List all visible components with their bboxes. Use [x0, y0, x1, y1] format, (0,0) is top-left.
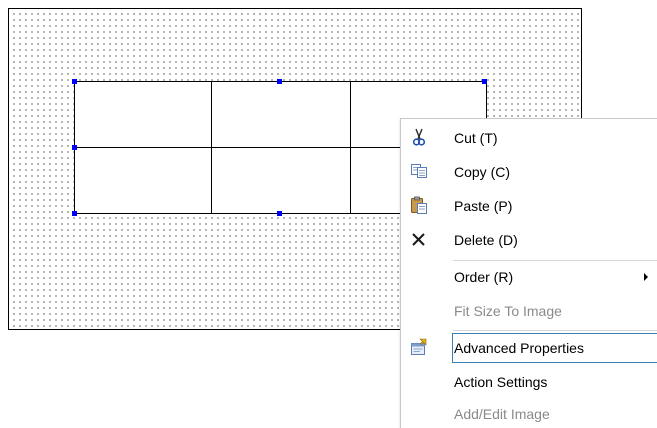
context-menu: Cut (T) Copy (C) Paste (P) Delete (D) Or…: [400, 118, 657, 428]
menu-item-fit-size-to-image: Fit Size To Image: [401, 295, 657, 329]
scissors-icon: [409, 127, 429, 147]
design-surface: Cut (T) Copy (C) Paste (P) Delete (D) Or…: [0, 0, 657, 428]
menu-item-cut[interactable]: Cut (T): [401, 122, 657, 156]
menu-item-action-settings[interactable]: Action Settings: [401, 366, 657, 400]
menu-item-label: Add/Edit Image: [454, 406, 550, 422]
submenu-arrow-icon: [644, 273, 648, 281]
menu-item-label: Paste (P): [454, 198, 513, 214]
menu-item-label: Cut (T): [454, 130, 498, 146]
menu-item-label: Copy (C): [454, 164, 511, 180]
menu-item-copy[interactable]: Copy (C): [401, 156, 657, 190]
selection-handle-middle-left[interactable]: [72, 145, 77, 150]
selection-handle-top-middle[interactable]: [277, 79, 282, 84]
menu-separator: [453, 330, 657, 331]
menu-item-label: Action Settings: [454, 374, 548, 390]
copy-icon: [409, 161, 429, 181]
menu-item-paste[interactable]: Paste (P): [401, 190, 657, 224]
selection-handle-top-left[interactable]: [72, 79, 77, 84]
selection-handle-bottom-middle[interactable]: [277, 211, 282, 216]
selection-handle-bottom-left[interactable]: [72, 211, 77, 216]
menu-item-delete[interactable]: Delete (D): [401, 224, 657, 258]
paste-icon: [409, 195, 429, 215]
menu-item-advanced-properties[interactable]: Advanced Properties: [401, 332, 657, 366]
menu-item-label: Delete (D): [454, 232, 518, 248]
properties-icon: [409, 337, 429, 357]
menu-item-add-edit-image: Add/Edit Image: [401, 398, 657, 428]
menu-item-label: Fit Size To Image: [454, 303, 562, 319]
menu-item-order[interactable]: Order (R): [401, 261, 657, 295]
delete-icon: [409, 229, 429, 249]
selection-handle-top-right[interactable]: [482, 79, 487, 84]
menu-item-label: Order (R): [454, 269, 514, 285]
menu-item-label: Advanced Properties: [454, 340, 584, 356]
